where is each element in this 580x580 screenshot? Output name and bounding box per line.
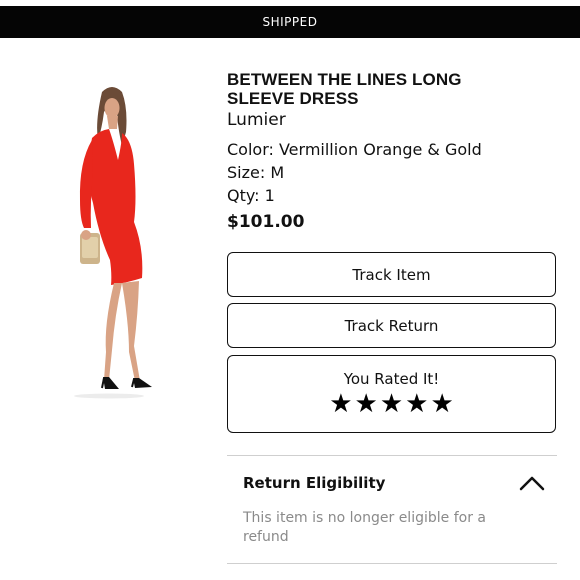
order-status-label: SHIPPED [262, 15, 318, 29]
return-eligibility-heading[interactable]: Return Eligibility [243, 474, 385, 492]
star-icon[interactable]: ★ [405, 390, 428, 418]
rating-stars: ★ ★ ★ ★ ★ [329, 390, 454, 418]
chevron-up-icon[interactable] [518, 474, 546, 492]
product-quantity: Qty: 1 [227, 186, 275, 205]
track-return-button[interactable]: Track Return [227, 303, 556, 348]
star-icon[interactable]: ★ [430, 390, 453, 418]
product-size: Size: M [227, 163, 285, 182]
product-title-line-1: BETWEEN THE LINES LONG [227, 70, 462, 89]
star-icon[interactable]: ★ [380, 390, 403, 418]
track-item-button[interactable]: Track Item [227, 252, 556, 297]
product-brand: Lumier [227, 110, 286, 130]
return-eligibility-text: This item is no longer eligible for a re… [243, 510, 486, 545]
product-title: BETWEEN THE LINES LONG SLEEVE DRESS [227, 70, 557, 108]
divider [227, 563, 557, 564]
rating-label: You Rated It! [343, 370, 440, 388]
product-image[interactable] [62, 84, 172, 399]
product-price: $101.00 [227, 212, 305, 232]
order-status-banner: SHIPPED [0, 6, 580, 38]
track-item-label: Track Item [352, 265, 431, 284]
product-details: BETWEEN THE LINES LONG SLEEVE DRESS Lumi… [227, 70, 557, 232]
star-icon[interactable]: ★ [329, 390, 352, 418]
product-color: Color: Vermillion Orange & Gold [227, 140, 482, 159]
track-return-label: Track Return [344, 316, 439, 335]
product-title-line-2: SLEEVE DRESS [227, 89, 359, 108]
star-icon[interactable]: ★ [355, 390, 378, 418]
rating-box[interactable]: You Rated It! ★ ★ ★ ★ ★ [227, 355, 556, 433]
divider [227, 455, 557, 456]
